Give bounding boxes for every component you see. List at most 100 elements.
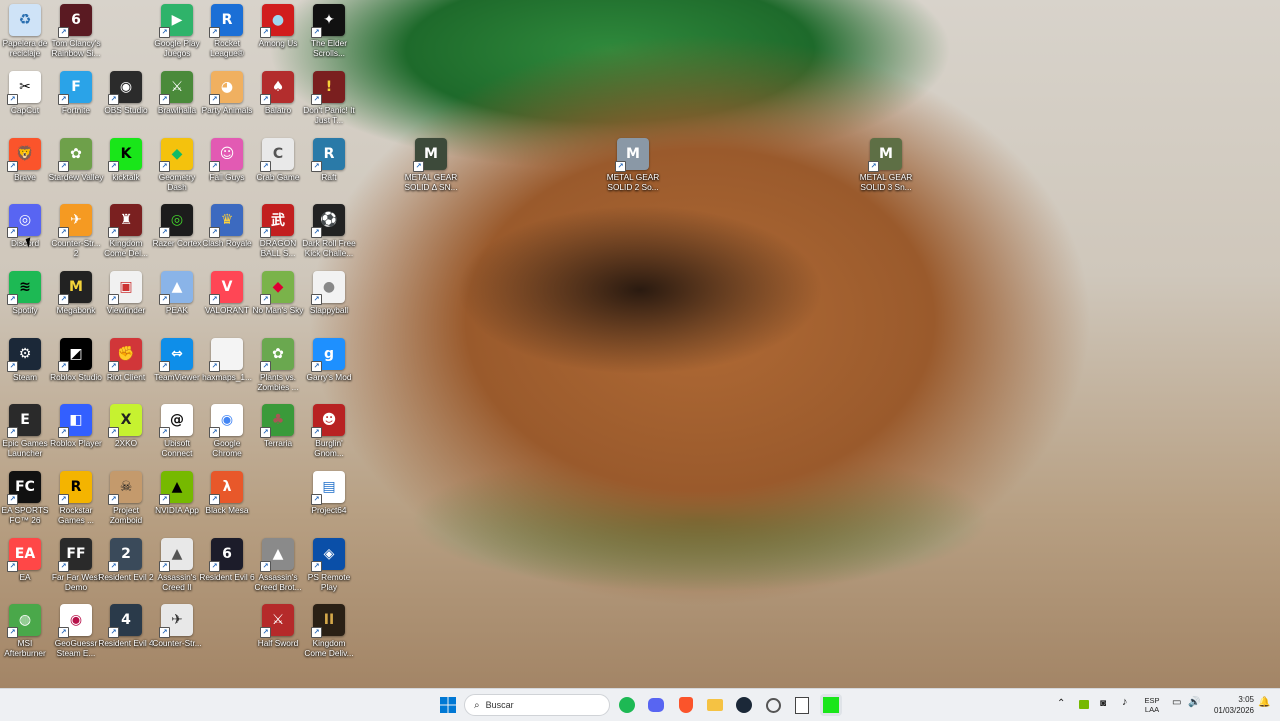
desktop-icon-label: Assassin's Creed Brot... (254, 572, 302, 592)
desktop-icon[interactable]: ▲ ↗ Assassin's Creed Brot... (253, 534, 303, 600)
desktop-icon[interactable]: ◕ ↗ Party Animals (202, 67, 252, 133)
desktop-icon[interactable]: K ↗ kicktalk (101, 134, 151, 200)
desktop-icon[interactable]: ✈ ↗ Counter-Str... 2 (51, 200, 101, 266)
taskbar-kicktalk[interactable] (820, 694, 842, 716)
desktop-icon[interactable]: ☺ ↗ Fall Guys (202, 134, 252, 200)
volume-icon[interactable]: 🔊 (1188, 698, 1200, 708)
notification-bell-icon[interactable]: 🔔 (1258, 698, 1270, 708)
gamepad-tray-icon[interactable]: ◙ (1100, 699, 1106, 709)
desktop-icon[interactable]: ♠ ↗ Balatro (253, 67, 303, 133)
desktop-icon[interactable]: C ↗ Crab Game (253, 134, 303, 200)
desktop-icon[interactable]: ▲ ↗ NVIDIA App (152, 467, 202, 533)
desktop-icon[interactable]: ⚙ ↗ Steam (0, 334, 50, 400)
desktop-icon[interactable]: ⇔ ↗ TeamViewer (152, 334, 202, 400)
start-button[interactable] (437, 694, 459, 716)
desktop-icon[interactable]: X ↗ 2XKO (101, 400, 151, 466)
desktop-icon[interactable]: ◎ ↗ Discord (0, 200, 50, 266)
desktop-icon[interactable]: ✿ ↗ Plants vs. Zombies ... (253, 334, 303, 400)
desktop-icon[interactable]: ♣ ↗ Terraria (253, 400, 303, 466)
desktop-icon[interactable]: ◎ ↗ Razer Cortex (152, 200, 202, 266)
desktop-icon[interactable]: ✊ ↗ Riot Client (101, 334, 151, 400)
desktop-icon[interactable]: M ↗ METAL GEAR SOLID Δ SN... (404, 134, 458, 200)
desktop-icon[interactable]: ≋ ↗ Spotify (0, 267, 50, 333)
desktop-icon[interactable]: R ↗ Rockstar Games ... (51, 467, 101, 533)
desktop-icon[interactable]: ✂ ↗ CapCut (0, 67, 50, 133)
system-clock[interactable]: 3:05 01/03/2026 (1206, 694, 1254, 716)
desktop-icon[interactable]: ♻ Papelera de reciclaje (0, 0, 50, 66)
desktop-icon[interactable]: 2 ↗ Resident Evil 2 (98, 534, 154, 600)
shortcut-arrow-icon: ↗ (58, 627, 69, 638)
taskbar-search-box[interactable]: ⌕ Buscar (464, 694, 610, 716)
desktop-icon[interactable]: ☠ ↗ Project Zomboid (101, 467, 151, 533)
desktop-icon[interactable]: II ↗ Kingdom Come Deliv... (304, 600, 354, 666)
desktop-icon[interactable]: ● ↗ Among Us (253, 0, 303, 66)
desktop-icon[interactable]: 6 ↗ Resident Evil 6 (199, 534, 255, 600)
desktop-icon-label: Among Us (258, 38, 298, 48)
desktop-icon[interactable]: R ↗ Raft (304, 134, 354, 200)
network-icon[interactable]: ▭ (1172, 698, 1181, 708)
desktop-icon[interactable]: ◍ ↗ MSI Afterburner (0, 600, 50, 666)
desktop-icon[interactable]: ● ↗ Slappyball (304, 267, 354, 333)
desktop-icon[interactable]: ◆ ↗ Geometry Dash (152, 134, 202, 200)
desktop-icon[interactable]: ✦ ↗ The Elder Scrolls... (304, 0, 354, 66)
desktop-icon[interactable]: ⚽ ↗ Dark Roll Free Kick Challe... (302, 200, 356, 266)
desktop-icon[interactable]: ◆ ↗ No Man's Sky (253, 267, 303, 333)
desktop-icon[interactable]: FC ↗ EA SPORTS FC™ 26 (0, 467, 50, 533)
desktop-icon[interactable]: g ↗ Garry's Mod (304, 334, 354, 400)
desktop-icon[interactable]: ▲ ↗ Assassin's Creed II (152, 534, 202, 600)
app-icon: ◆ ↗ (260, 271, 294, 305)
taskbar-brave[interactable] (675, 694, 697, 716)
desktop-icon[interactable]: ▲ ↗ PEAK (152, 267, 202, 333)
desktop-icon[interactable]: ↗ haxmaps_1... (202, 334, 252, 400)
desktop-icon[interactable]: F ↗ Fortnite (51, 67, 101, 133)
desktop-icon[interactable]: ◈ ↗ PS Remote Play (304, 534, 354, 600)
desktop-icon[interactable]: @ ↗ Ubisoft Connect (152, 400, 202, 466)
shortcut-arrow-icon: ↗ (58, 561, 69, 572)
desktop-icon[interactable]: V ↗ VALORANT (202, 267, 252, 333)
taskbar-notepad[interactable] (791, 694, 813, 716)
shortcut-arrow-icon: ↗ (108, 361, 119, 372)
show-hidden-icons-chevron[interactable]: ⌃ (1057, 699, 1065, 709)
desktop-icon[interactable]: ▣ ↗ Viewfinder (101, 267, 151, 333)
desktop-icon-label: Kingdom Come Del... (104, 238, 148, 258)
shortcut-arrow-icon: ↗ (311, 361, 322, 372)
desktop-icon[interactable]: ☻ ↗ Burglin' Gnom... (304, 400, 354, 466)
desktop-icon[interactable]: 4 ↗ Resident Evil 4 (98, 600, 154, 666)
desktop-icon[interactable]: ♜ ↗ Kingdom Come Del... (101, 200, 151, 266)
desktop-icon[interactable]: ◧ ↗ Roblox Player (50, 400, 102, 466)
taskbar-app[interactable] (762, 694, 784, 716)
microphone-icon[interactable]: ♪ (1122, 697, 1128, 708)
desktop-icon[interactable]: 武 ↗ DRAGON BALL S... (253, 200, 303, 266)
desktop-icon[interactable]: FF ↗ Far Far West Demo (51, 534, 101, 600)
desktop-icon[interactable]: M ↗ METAL GEAR SOLID 2 So... (607, 134, 659, 200)
desktop-icon[interactable]: M ↗ Megabonk (51, 267, 101, 333)
desktop-icon[interactable]: R ↗ Rocket League® (202, 0, 252, 66)
app-icon: R ↗ (311, 138, 345, 172)
desktop-icon[interactable]: ◉ ↗ GeoGuessr Steam E... (51, 600, 101, 666)
desktop-icon[interactable]: ⚔ ↗ Brawlhalla (152, 67, 202, 133)
desktop-icon[interactable]: ✈ ↗ Counter-Str... (152, 600, 202, 666)
desktop-icon[interactable]: ◩ ↗ Roblox Studio (50, 334, 102, 400)
taskbar-discord[interactable] (645, 694, 667, 716)
desktop-icon[interactable]: ♛ ↗ Clash Royale (202, 200, 252, 266)
desktop-icon[interactable]: ! ↗ Don't Panic! It Just T... (303, 67, 355, 133)
desktop-icon[interactable]: ⚔ ↗ Half Sword (253, 600, 303, 666)
taskbar-file-explorer[interactable] (704, 694, 726, 716)
app-icon: M ↗ (615, 138, 649, 172)
shortcut-arrow-icon: ↗ (159, 427, 170, 438)
desktop-icon[interactable]: 🦁 ↗ Brave (0, 134, 50, 200)
desktop-icon[interactable]: M ↗ METAL GEAR SOLID 3 Sn... (860, 134, 912, 200)
nvidia-tray-icon[interactable] (1079, 700, 1089, 709)
desktop-icon[interactable]: ▶ ↗ Google Play Juegos (152, 0, 202, 66)
desktop-icon[interactable]: EA ↗ EA (0, 534, 50, 600)
desktop-icon[interactable]: ▤ ↗ Project64 (304, 467, 354, 533)
desktop-icon[interactable]: 6 ↗ Tom Clancy's Rainbow Si... (51, 0, 101, 66)
desktop-icon[interactable]: ✿ ↗ Stardew Valley (49, 134, 103, 200)
desktop-icon[interactable]: ◉ ↗ OBS Studio (101, 67, 151, 133)
taskbar-steam[interactable] (733, 694, 755, 716)
desktop-icon[interactable]: λ ↗ Black Mesa (202, 467, 252, 533)
taskbar-spotify[interactable] (616, 694, 638, 716)
language-indicator[interactable]: ESP LAA (1142, 696, 1162, 714)
desktop-icon[interactable]: ◉ ↗ Google Chrome (202, 400, 252, 466)
desktop-icon[interactable]: E ↗ Epic Games Launcher (0, 400, 50, 466)
